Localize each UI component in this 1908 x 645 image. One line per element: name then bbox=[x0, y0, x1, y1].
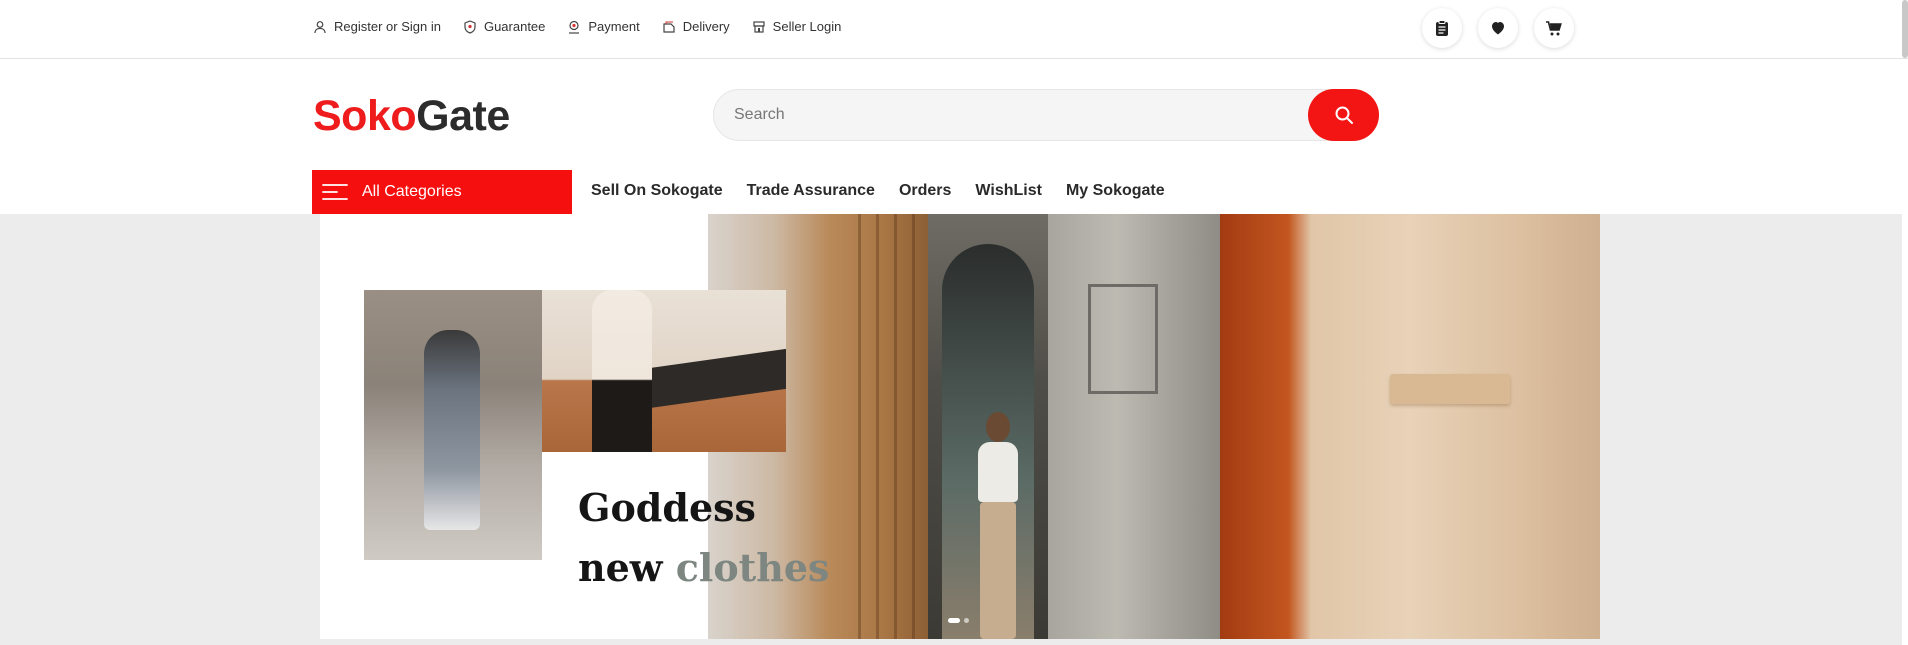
page-scrollbar[interactable] bbox=[1902, 0, 1908, 58]
carousel-dot-1[interactable] bbox=[948, 618, 960, 623]
menu-icon bbox=[322, 184, 348, 200]
clipboard-icon bbox=[1436, 20, 1448, 36]
tagline-line2: new clothes bbox=[578, 538, 829, 598]
guarantee-link[interactable]: Guarantee bbox=[463, 19, 545, 34]
logo-part-gate: Gate bbox=[416, 92, 510, 140]
nav-sell-on-sokogate[interactable]: Sell On Sokogate bbox=[591, 182, 723, 200]
cart-button[interactable] bbox=[1534, 8, 1574, 48]
banner-tagline: Goddess new clothes bbox=[578, 478, 829, 598]
nav-my-sokogate[interactable]: My Sokogate bbox=[1066, 182, 1165, 200]
banner-photo-stairs-model bbox=[364, 290, 542, 560]
carousel-dots bbox=[948, 618, 973, 623]
payment-link[interactable]: Payment bbox=[567, 19, 640, 34]
search-icon bbox=[1335, 106, 1353, 124]
wishlist-button[interactable] bbox=[1478, 8, 1518, 48]
search-button[interactable] bbox=[1308, 89, 1379, 141]
user-icon bbox=[314, 20, 326, 33]
banner-photo-coat-closeup bbox=[1220, 214, 1600, 639]
search-input[interactable] bbox=[734, 90, 1294, 140]
top-utility-bar: Register or Sign in Guarantee Payment De… bbox=[0, 0, 1908, 59]
banner-photo-doorway bbox=[928, 214, 1048, 639]
payment-icon bbox=[569, 20, 580, 34]
hero-banner[interactable]: Goddess new clothes bbox=[320, 214, 1600, 639]
carousel-dot-2[interactable] bbox=[964, 618, 969, 623]
payment-label: Payment bbox=[588, 19, 640, 34]
guarantee-label: Guarantee bbox=[483, 19, 546, 34]
seller-login-label: Seller Login bbox=[772, 19, 842, 34]
seller-login-link[interactable]: Seller Login bbox=[752, 19, 842, 34]
delivery-icon bbox=[663, 21, 675, 33]
nav-trade-assurance[interactable]: Trade Assurance bbox=[747, 182, 875, 200]
delivery-link[interactable]: Delivery bbox=[662, 19, 730, 34]
orders-list-button[interactable] bbox=[1422, 8, 1462, 48]
register-signin-link[interactable]: Register or Sign in bbox=[313, 19, 441, 34]
banner-photo-bench-model bbox=[542, 290, 786, 452]
shield-icon bbox=[464, 19, 476, 34]
delivery-label: Delivery bbox=[682, 19, 730, 34]
cart-icon bbox=[1546, 21, 1562, 36]
nav-orders[interactable]: Orders bbox=[899, 182, 951, 200]
store-icon bbox=[753, 20, 765, 33]
logo-part-soko: Soko bbox=[313, 92, 417, 140]
tagline-word-clothes: clothes bbox=[675, 545, 830, 590]
tagline-word-new: new bbox=[578, 545, 663, 590]
search-bar bbox=[713, 89, 1379, 141]
top-links: Register or Sign in Guarantee Payment De… bbox=[313, 19, 863, 34]
banner-photo-stone-wall bbox=[1048, 214, 1220, 639]
all-categories-label: All Categories bbox=[362, 183, 462, 200]
main-nav: Sell On Sokogate Trade Assurance Orders … bbox=[591, 182, 1189, 200]
nav-wishlist[interactable]: WishList bbox=[975, 182, 1042, 200]
tagline-line1: Goddess bbox=[578, 485, 756, 530]
top-action-icons bbox=[1422, 8, 1590, 48]
sokogate-logo[interactable]: SokoGate bbox=[313, 90, 510, 142]
register-signin-label: Register or Sign in bbox=[334, 19, 441, 34]
all-categories-button[interactable]: All Categories bbox=[312, 170, 572, 214]
heart-icon bbox=[1492, 22, 1504, 35]
